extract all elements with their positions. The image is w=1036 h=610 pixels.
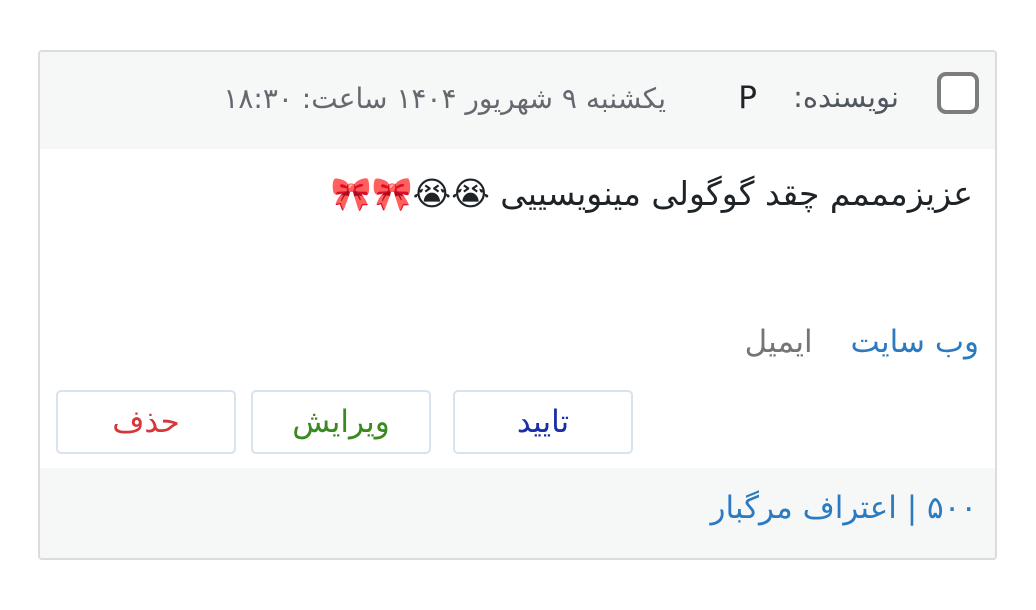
website-link[interactable]: وب سایت	[851, 324, 980, 360]
delete-button[interactable]: حذف	[56, 390, 236, 454]
comment-text: عزیزمممم چقد گوگولی مینویسییی 😭😭🎀🎀	[330, 174, 973, 213]
edit-button[interactable]: ویرایش	[251, 390, 431, 454]
post-link[interactable]: ۵۰۰ | اعتراف مرگبار	[710, 490, 977, 526]
comment-date: یکشنبه ۹ شهریور ۱۴۰۴ ساعت: ۱۸:۳۰	[223, 82, 666, 115]
comment-card: نویسنده: P یکشنبه ۹ شهریور ۱۴۰۴ ساعت: ۱۸…	[38, 50, 997, 560]
email-link[interactable]: ایمیل	[745, 324, 813, 360]
select-checkbox[interactable]	[937, 72, 979, 114]
comment-header: نویسنده: P یکشنبه ۹ شهریور ۱۴۰۴ ساعت: ۱۸…	[40, 52, 995, 149]
approve-button[interactable]: تایید	[453, 390, 633, 454]
author-label: نویسنده:	[793, 80, 899, 114]
author-name: P	[738, 80, 757, 116]
author-links: وب سایت ایمیل	[745, 324, 979, 360]
comment-footer: ۵۰۰ | اعتراف مرگبار	[40, 468, 995, 558]
